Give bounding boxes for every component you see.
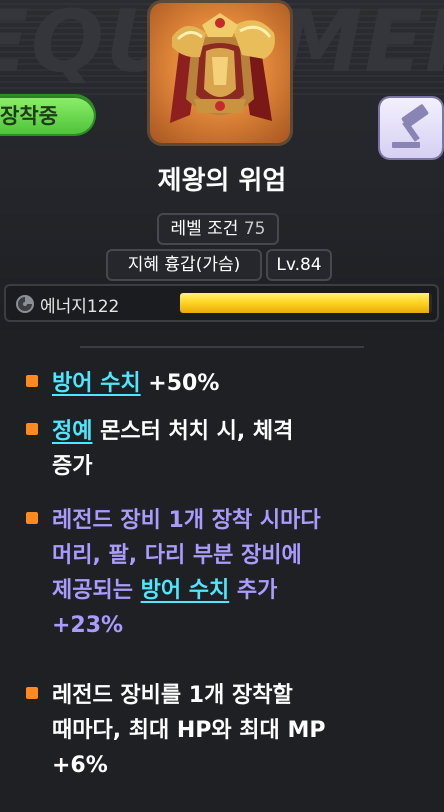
- energy-fill: [180, 293, 430, 313]
- effect-keyword[interactable]: 방어 수치: [141, 578, 230, 603]
- effect-item: 정예 몬스터 처치 시, 체격 증가: [22, 414, 432, 486]
- energy-bar: 에너지122: [4, 284, 439, 322]
- lock-button[interactable]: [380, 98, 442, 158]
- item-slot-pill: 지혜 흉갑(가슴): [106, 249, 262, 281]
- bullet-icon: [26, 512, 38, 524]
- equipped-badge: 장착중: [0, 96, 94, 134]
- gavel-icon: [392, 104, 429, 148]
- level-requirement-label: 레벨 조건: [170, 219, 239, 239]
- item-level-pill: Lv.84: [266, 249, 332, 281]
- bullet-icon: [26, 375, 38, 387]
- effect-keyword[interactable]: 정예: [52, 419, 92, 444]
- effect-text: 방어 수치 +50%: [52, 371, 220, 396]
- energy-track: [180, 293, 432, 313]
- level-requirement-pill: 레벨 조건 75: [157, 213, 279, 245]
- effect-text: 레전드 장비 1개 장착 시마다 머리, 팔, 다리 부분 장비에 제공되는 방…: [52, 508, 321, 638]
- effect-keyword[interactable]: 방어 수치: [52, 371, 141, 396]
- level-requirement-value: 75: [243, 219, 266, 239]
- effect-item: 레전드 장비를 1개 장착할 때마다, 최대 HP와 최대 MP +6%: [22, 678, 432, 788]
- item-level: Lv.84: [276, 255, 322, 275]
- item-icon-frame: [150, 3, 290, 143]
- divider: [80, 346, 364, 348]
- energy-swirl-icon: [16, 295, 34, 313]
- armor-chestplate-icon: [170, 13, 275, 123]
- effect-text: 정예 몬스터 처치 시, 체격 증가: [52, 419, 294, 479]
- energy-label: 에너지122: [40, 297, 120, 317]
- item-header: EQUIPMENT 장착중: [0, 0, 444, 330]
- bullet-icon: [26, 687, 38, 699]
- effect-item: 방어 수치 +50%: [22, 366, 432, 402]
- item-slot: 지혜 흉갑(가슴): [127, 255, 241, 275]
- equipped-badge-label: 장착중: [0, 104, 58, 128]
- bullet-icon: [26, 423, 38, 435]
- effect-text: 레전드 장비를 1개 장착할 때마다, 최대 HP와 최대 MP +6%: [52, 683, 326, 778]
- item-name: 제왕의 위엄: [157, 166, 287, 196]
- effect-item: 레전드 장비 1개 장착 시마다 머리, 팔, 다리 부분 장비에 제공되는 방…: [22, 503, 432, 648]
